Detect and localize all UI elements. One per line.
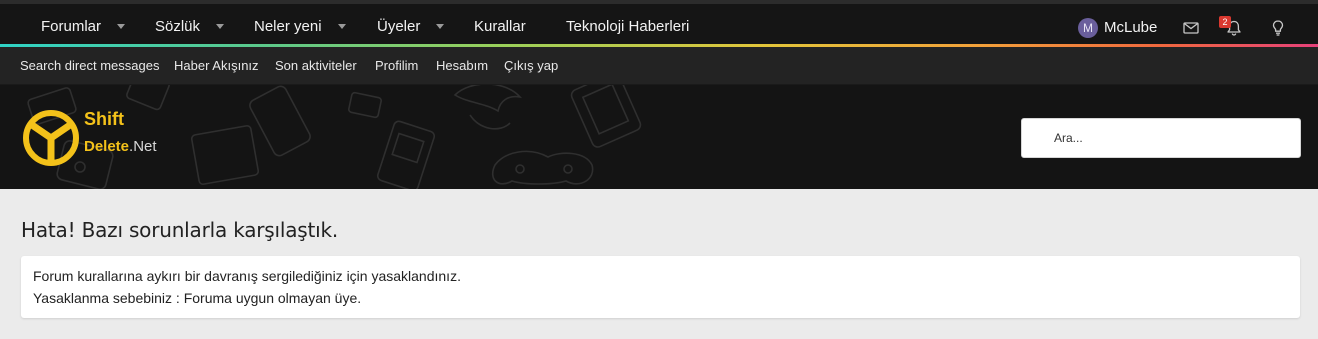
- username-link[interactable]: McLube: [1104, 18, 1157, 38]
- nav-sozluk[interactable]: Sözlük: [155, 8, 225, 44]
- sub-link-cikis-yap[interactable]: Çıkış yap: [504, 47, 558, 85]
- lightbulb-icon[interactable]: [1268, 18, 1288, 38]
- top-navigation: Forumlar Sözlük Neler yeni Üyeler Kurall…: [0, 0, 1318, 44]
- chevron-down-icon[interactable]: [117, 24, 126, 29]
- secondary-navigation: Search direct messages Haber Akışınız So…: [0, 47, 1318, 85]
- logo-text-shift: Shift: [84, 109, 124, 129]
- chevron-down-icon[interactable]: [337, 24, 346, 29]
- nav-uyeler[interactable]: Üyeler: [377, 8, 445, 44]
- sub-link-haber-akisiniz[interactable]: Haber Akışınız: [174, 47, 259, 85]
- nav-forumlar[interactable]: Forumlar: [41, 8, 126, 44]
- avatar[interactable]: M: [1078, 18, 1098, 38]
- error-message-panel: Forum kurallarına aykırı bir davranış se…: [21, 256, 1300, 318]
- header-banner: Shift Delete.Net: [0, 85, 1318, 189]
- chevron-down-icon[interactable]: [436, 24, 445, 29]
- nav-label: Sözlük: [155, 17, 201, 35]
- ban-message: Forum kurallarına aykırı bir davranış se…: [33, 268, 461, 284]
- sub-link-hesabim[interactable]: Hesabım: [436, 47, 488, 85]
- nav-label: Neler yeni: [254, 17, 322, 35]
- nav-label: Üyeler: [377, 17, 421, 35]
- nav-teknoloji-haberleri[interactable]: Teknoloji Haberleri: [566, 8, 689, 44]
- nav-kurallar[interactable]: Kurallar: [474, 8, 526, 44]
- search-input[interactable]: [1054, 119, 1294, 157]
- logo-text-delete: Delete.Net: [84, 139, 157, 155]
- chevron-down-icon[interactable]: [216, 24, 225, 29]
- nav-label: Kurallar: [474, 17, 526, 35]
- nav-label: Teknoloji Haberleri: [566, 17, 690, 35]
- sub-link-profilim[interactable]: Profilim: [375, 47, 418, 85]
- envelope-icon[interactable]: [1181, 18, 1201, 38]
- logo-delete: Delete: [84, 138, 130, 155]
- alerts-badge: 2: [1219, 16, 1231, 28]
- ban-reason: Yasaklanma sebebiniz : Foruma uygun olma…: [33, 290, 362, 306]
- sub-link-search-direct-messages[interactable]: Search direct messages: [20, 47, 159, 85]
- sub-link-son-aktiviteler[interactable]: Son aktiviteler: [275, 47, 357, 85]
- nav-label: Forumlar: [41, 17, 102, 35]
- search-box[interactable]: [1021, 118, 1301, 158]
- nav-neler-yeni[interactable]: Neler yeni: [254, 8, 346, 44]
- page-title: Hata! Bazı sorunlarla karşılaştık.: [21, 218, 339, 242]
- logo-net: .Net: [129, 138, 157, 155]
